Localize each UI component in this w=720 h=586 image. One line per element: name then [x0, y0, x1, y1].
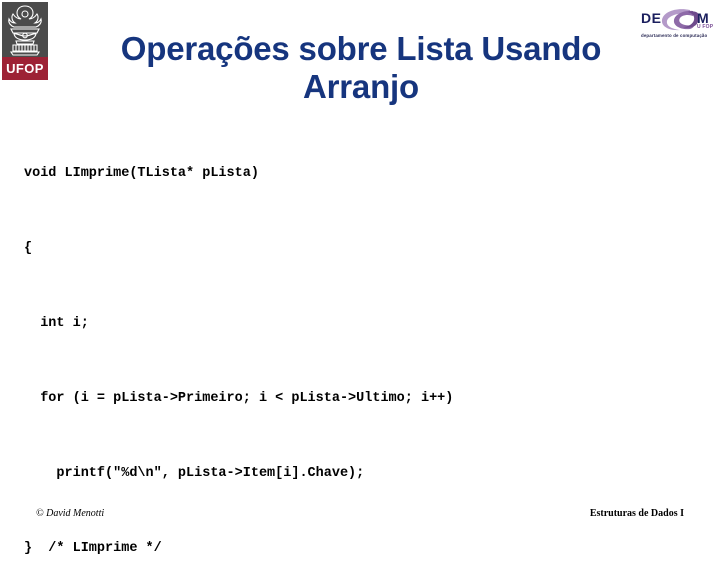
page-title: Operações sobre Lista Usando Arranjo	[120, 30, 602, 105]
ufop-logo: UFOP	[2, 2, 48, 80]
decom-logo-main: DE M U FOP	[640, 8, 716, 32]
code-line: for (i = pLista->Primeiro; i < pLista->U…	[24, 391, 454, 406]
decom-text-left: DE	[641, 10, 662, 26]
code-line: void LImprime(TLista* pLista)	[24, 166, 259, 181]
code-line: {	[24, 241, 33, 256]
ufop-crest-box	[2, 2, 48, 57]
code-line: int i;	[24, 316, 89, 331]
decom-sub-label: U FOP	[697, 24, 714, 30]
footer-copyright: © David Menotti	[36, 508, 105, 519]
ufop-wordmark: UFOP	[2, 57, 48, 80]
decom-logo: DE M U FOP departamento de computação	[640, 8, 716, 44]
footer-course-name: Estruturas de Dados I	[589, 508, 684, 519]
decom-text-right: M	[697, 10, 709, 26]
decom-tagline: departamento de computação	[641, 33, 708, 38]
code-line: printf("%d\n", pLista->Item[i].Chave);	[24, 466, 365, 481]
